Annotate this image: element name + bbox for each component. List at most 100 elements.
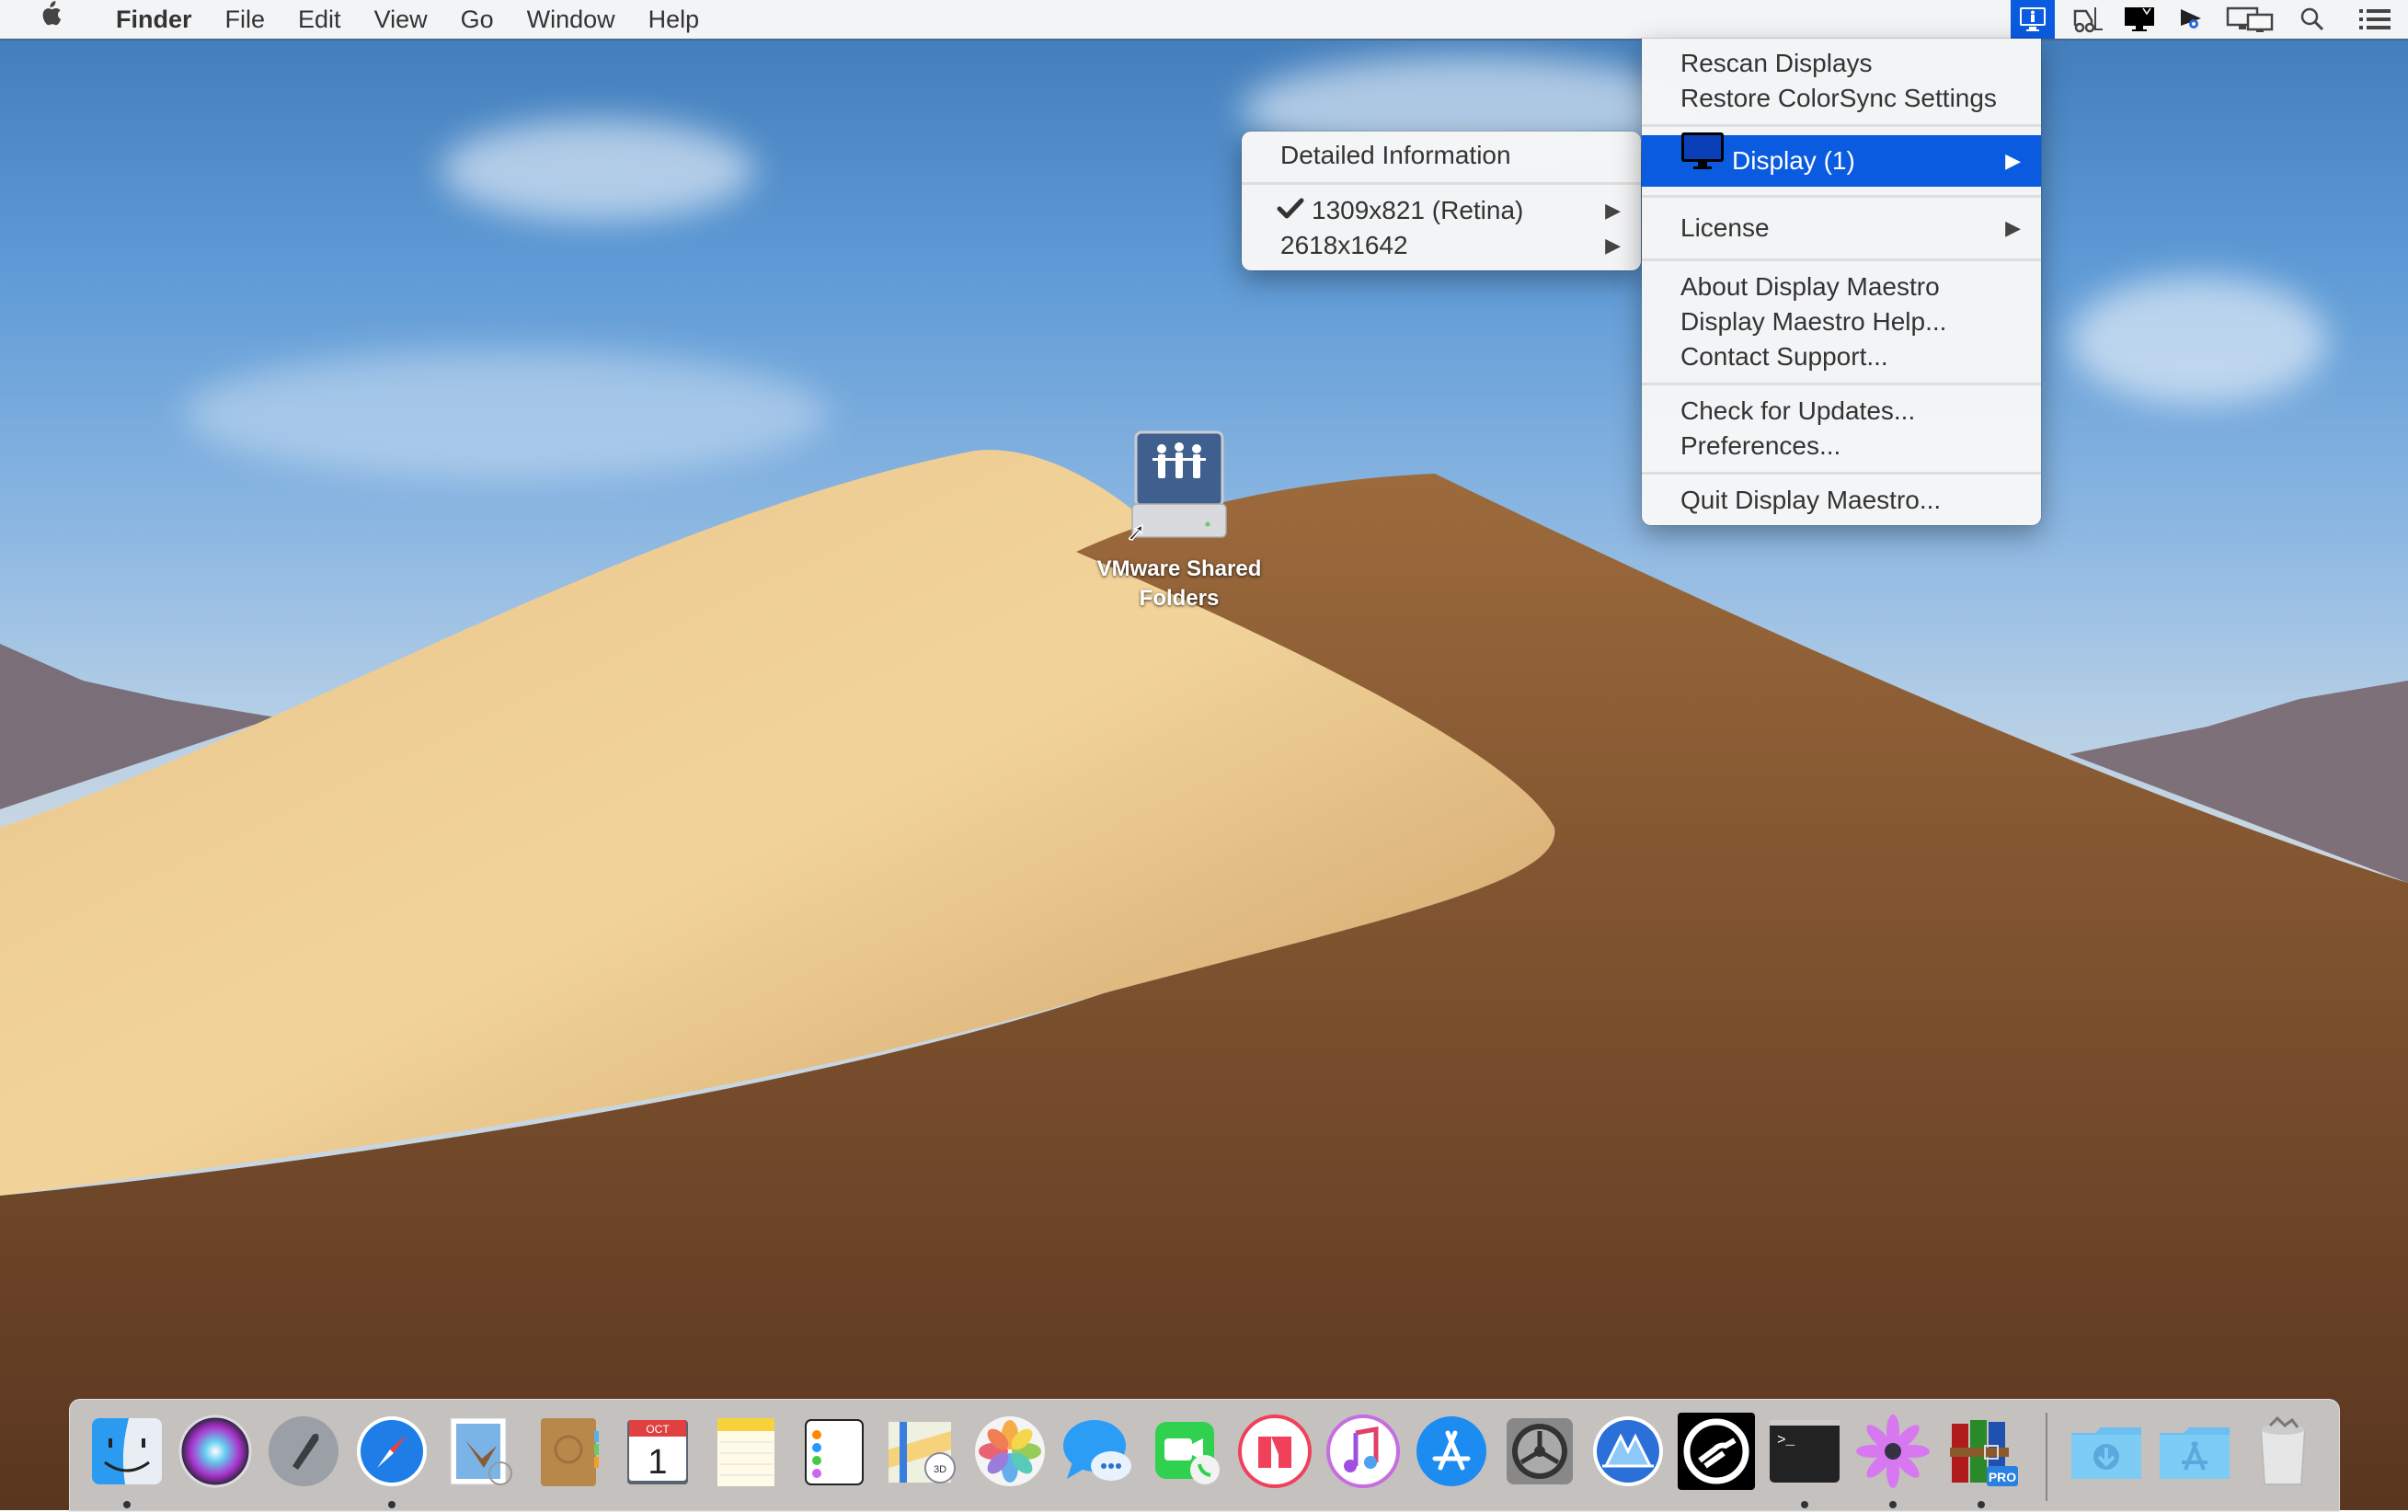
photos-icon	[975, 1416, 1045, 1486]
dock-trash[interactable]	[2244, 1413, 2322, 1490]
display-submenu: Detailed Information 1309x821 (Retina) ▶…	[1242, 132, 1641, 270]
dock-safari[interactable]	[353, 1413, 430, 1508]
menu-separator	[1642, 472, 2041, 475]
dock-tuxera[interactable]	[1678, 1413, 1755, 1490]
facetime-icon	[1155, 1422, 1220, 1484]
menu-item-license[interactable]: License ▶	[1642, 206, 2041, 250]
menu-go[interactable]: Go	[444, 0, 510, 39]
menu-item-display-1[interactable]: Display (1) ▶	[1642, 132, 2041, 188]
running-indicator	[1978, 1501, 1985, 1508]
forklift-icon[interactable]	[2062, 0, 2114, 39]
running-indicator	[123, 1501, 131, 1508]
menu-item-detailed-information[interactable]: Detailed Information	[1242, 137, 1641, 174]
menu-item-rescan-displays[interactable]: Rescan Displays	[1642, 46, 2041, 81]
menu-item-restore-colorsync[interactable]: Restore ColorSync Settings	[1642, 81, 2041, 116]
itunes-icon	[1326, 1415, 1400, 1488]
submenu-arrow-icon: ▶	[2005, 216, 2021, 239]
menu-separator	[1642, 195, 2041, 198]
display-maestro-icon[interactable]	[2011, 0, 2055, 39]
menu-separator	[1642, 383, 2041, 385]
dune-landscape	[0, 450, 2408, 1510]
label-line: Folders	[1139, 586, 1220, 611]
menu-item-label: 1309x821 (Retina)	[1312, 196, 1524, 224]
spotlight-search-icon[interactable]	[2283, 0, 2342, 39]
running-indicator	[1889, 1501, 1897, 1508]
svg-text:>_: >_	[1777, 1432, 1795, 1449]
monitor-icon	[1680, 132, 1725, 188]
desktop-icon-label: VMware Shared Folders	[1087, 555, 1271, 613]
dock-app-store[interactable]	[1413, 1413, 1490, 1490]
cursor-recorder-icon[interactable]	[2165, 0, 2217, 39]
dock-news[interactable]	[1236, 1413, 1313, 1490]
menu-item-label: Restore ColorSync Settings	[1680, 84, 1997, 112]
downloads-folder-icon	[2071, 1427, 2141, 1479]
dock-finder[interactable]	[88, 1413, 166, 1508]
display-maestro-menu: Rescan Displays Restore ColorSync Settin…	[1642, 39, 2041, 525]
dock-notes[interactable]	[706, 1413, 784, 1490]
tuxera-icon	[1678, 1413, 1755, 1490]
menu-window[interactable]: Window	[510, 0, 632, 39]
menu-item-about[interactable]: About Display Maestro	[1642, 269, 2041, 304]
dock-applications-stack[interactable]	[2156, 1413, 2233, 1490]
dock-messages[interactable]	[1060, 1413, 1137, 1490]
dock-rar-extractor-pro[interactable]: PRO	[1943, 1413, 2020, 1508]
apple-menu-icon[interactable]	[0, 0, 99, 40]
dock-photos[interactable]	[971, 1413, 1049, 1490]
contacts-icon	[541, 1418, 599, 1486]
dock-itunes[interactable]	[1324, 1413, 1402, 1490]
app-store-icon	[1416, 1416, 1486, 1486]
mail-icon	[450, 1417, 512, 1485]
rar-extractor-icon: PRO	[1950, 1420, 2018, 1486]
finder-icon	[92, 1418, 162, 1484]
screens-icon[interactable]	[2217, 0, 2283, 39]
news-icon	[1238, 1415, 1312, 1488]
dock-separator	[2046, 1413, 2047, 1501]
menu-item-resolution-retina[interactable]: 1309x821 (Retina) ▶	[1242, 193, 1641, 228]
dock-display-maestro[interactable]	[1589, 1413, 1667, 1490]
menu-item-label: Display Maestro Help...	[1680, 307, 1947, 336]
display-menu-icon[interactable]	[2114, 0, 2165, 39]
dock-contacts[interactable]	[530, 1413, 607, 1490]
dock-maps[interactable]: 3D	[883, 1413, 960, 1490]
submenu-arrow-icon: ▶	[1605, 234, 1621, 257]
menu-item-label: Preferences...	[1680, 431, 1841, 460]
menu-view[interactable]: View	[358, 0, 444, 39]
svg-text:3D: 3D	[934, 1464, 946, 1475]
menu-item-label: License	[1680, 213, 1770, 242]
menu-app-name[interactable]: Finder	[99, 0, 209, 39]
menu-bar: Finder File Edit View Go Window Help	[0, 0, 2408, 40]
dock-facetime[interactable]	[1148, 1413, 1225, 1490]
menu-item-contact-support[interactable]: Contact Support...	[1642, 339, 2041, 374]
menu-separator	[1642, 124, 2041, 127]
menu-file[interactable]: File	[209, 0, 282, 39]
maps-icon: 3D	[889, 1422, 956, 1483]
dock-system-preferences[interactable]	[1501, 1413, 1578, 1490]
menu-item-help[interactable]: Display Maestro Help...	[1642, 304, 2041, 339]
menu-item-resolution-native[interactable]: 2618x1642 ▶	[1242, 228, 1641, 263]
dock-flower-app[interactable]	[1854, 1413, 1932, 1508]
terminal-icon: >_	[1770, 1420, 1840, 1483]
dock-launchpad[interactable]	[265, 1413, 342, 1490]
safari-icon	[357, 1416, 427, 1486]
menu-help[interactable]: Help	[632, 0, 717, 39]
menu-edit[interactable]: Edit	[281, 0, 358, 39]
siri-icon	[178, 1415, 252, 1488]
menu-item-label: Detailed Information	[1280, 141, 1511, 169]
menu-item-check-updates[interactable]: Check for Updates...	[1642, 394, 2041, 429]
dock-downloads-stack[interactable]	[2068, 1413, 2145, 1490]
desktop-icon-vmware-shared-folders[interactable]: VMware Shared Folders	[1087, 430, 1271, 613]
menu-item-label: 2618x1642	[1280, 231, 1408, 259]
calendar-day: 1	[648, 1443, 667, 1482]
dock-mail[interactable]	[441, 1413, 519, 1490]
dock-calendar[interactable]: OCT 1	[618, 1413, 695, 1490]
dock-siri[interactable]	[177, 1413, 254, 1490]
network-drive-icon	[1127, 430, 1227, 541]
messages-icon	[1063, 1420, 1131, 1481]
menu-item-preferences[interactable]: Preferences...	[1642, 429, 2041, 464]
flower-icon	[1856, 1415, 1930, 1488]
dock-reminders[interactable]	[795, 1413, 872, 1490]
menu-item-quit[interactable]: Quit Display Maestro...	[1642, 483, 2041, 518]
dock-terminal[interactable]: >_	[1766, 1413, 1843, 1508]
notification-center-icon[interactable]	[2342, 0, 2408, 39]
notes-icon	[717, 1418, 774, 1486]
